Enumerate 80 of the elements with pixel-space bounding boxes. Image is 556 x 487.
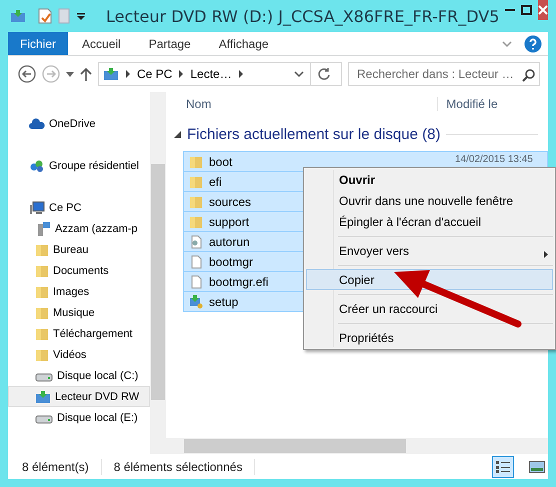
nav-item[interactable]: Groupe résidentiel (8, 155, 150, 176)
ribbon-tab[interactable]: Accueil (68, 32, 135, 55)
recent-dropdown-icon (66, 72, 74, 76)
nav-item[interactable]: Lecteur DVD RW (8, 386, 150, 407)
submenu-arrow-icon (544, 251, 548, 258)
search-icon (522, 69, 535, 82)
help-icon (524, 34, 542, 52)
menu-item[interactable]: Ouvrir dans une nouvelle fenêtre (306, 190, 553, 211)
group-header[interactable]: Fichiers actuellement sur le disque (8) (187, 126, 440, 142)
breadcrumb-item[interactable]: Lecte… (190, 67, 232, 81)
homegroup-icon (29, 158, 45, 172)
settings-file-icon (189, 234, 203, 248)
collapse-icon (174, 130, 181, 138)
close-icon (538, 5, 548, 15)
nav-item[interactable]: Images (8, 281, 150, 302)
search-field[interactable]: Rechercher dans : Lecteur … (348, 62, 540, 86)
file-tab[interactable]: Fichier (8, 32, 68, 55)
nav-item[interactable]: Disque local (E:) (8, 407, 150, 428)
menu-item[interactable]: Créer un raccourci (306, 298, 553, 319)
folder-icon (189, 154, 203, 168)
details-view-icon (496, 460, 510, 472)
column-header[interactable]: Modifié le (438, 97, 548, 111)
dvd-drive-icon (10, 9, 26, 23)
file-icon (189, 274, 203, 288)
item-count: 8 élément(s) (22, 460, 89, 474)
minimize-icon (505, 9, 516, 11)
address-bar[interactable]: Ce PC Lecte… (98, 62, 342, 86)
folder-icon (35, 242, 49, 256)
folder-icon (35, 264, 49, 278)
menu-item[interactable]: Propriétés (306, 327, 553, 348)
network-drive-icon (35, 220, 51, 236)
column-header[interactable]: Nom (166, 97, 438, 111)
dvd-drive-icon (35, 390, 51, 404)
dvd-drive-icon (103, 67, 119, 81)
menu-item[interactable]: Ouvrir (306, 169, 553, 190)
nav-item[interactable]: Bureau (8, 239, 150, 260)
nav-item[interactable]: Azzam (azzam-p (8, 218, 150, 239)
nav-item[interactable]: Documents (8, 260, 150, 281)
nav-item[interactable]: OneDrive (8, 113, 150, 134)
close-button[interactable] (538, 0, 548, 20)
window-title: Lecteur DVD RW (D:) J_CCSA_X86FRE_FR-FR_DV5 (106, 6, 500, 26)
new-folder-icon (58, 8, 70, 24)
chevron-right-icon (125, 70, 131, 78)
menu-item[interactable]: Épingler à l'écran d'accueil (306, 211, 553, 232)
horizontal-scrollbar[interactable] (166, 438, 548, 454)
expand-ribbon-icon (502, 40, 512, 48)
cloud-icon (29, 118, 45, 130)
folder-icon (35, 284, 49, 298)
vertical-scrollbar[interactable] (150, 92, 166, 454)
folder-icon (35, 348, 49, 362)
nav-item[interactable]: Ce PC (8, 197, 150, 218)
folder-icon (189, 214, 203, 228)
maximize-icon (521, 5, 532, 15)
nav-item[interactable]: Vidéos (8, 344, 150, 365)
ribbon-tab[interactable]: Partage (134, 32, 205, 55)
details-view-button[interactable] (492, 456, 514, 478)
computer-icon (29, 200, 45, 214)
chevron-right-icon (238, 70, 244, 78)
menu-item[interactable]: Envoyer vers (306, 240, 553, 261)
folder-icon (35, 326, 49, 340)
folder-icon (189, 194, 203, 208)
ribbon-tab[interactable]: Affichage (204, 32, 283, 55)
address-dropdown-icon (294, 70, 304, 78)
properties-icon (38, 8, 52, 24)
selection-count: 8 éléments sélectionnés (114, 460, 242, 474)
setup-icon (189, 294, 203, 308)
large-icons-view-icon (529, 460, 545, 472)
forward-icon (42, 65, 60, 83)
dropdown-icon (76, 12, 86, 20)
file-icon (189, 254, 203, 268)
breadcrumb-item[interactable]: Ce PC (137, 67, 172, 81)
folder-icon (189, 174, 203, 188)
back-icon (18, 65, 36, 83)
chevron-right-icon (178, 70, 184, 78)
up-arrow-icon (80, 67, 92, 81)
folder-icon (35, 306, 49, 320)
refresh-icon (317, 67, 331, 81)
nav-item[interactable]: Musique (8, 302, 150, 323)
nav-item[interactable]: Disque local (C:) (8, 365, 150, 386)
nav-item[interactable]: Téléchargement (8, 323, 150, 344)
